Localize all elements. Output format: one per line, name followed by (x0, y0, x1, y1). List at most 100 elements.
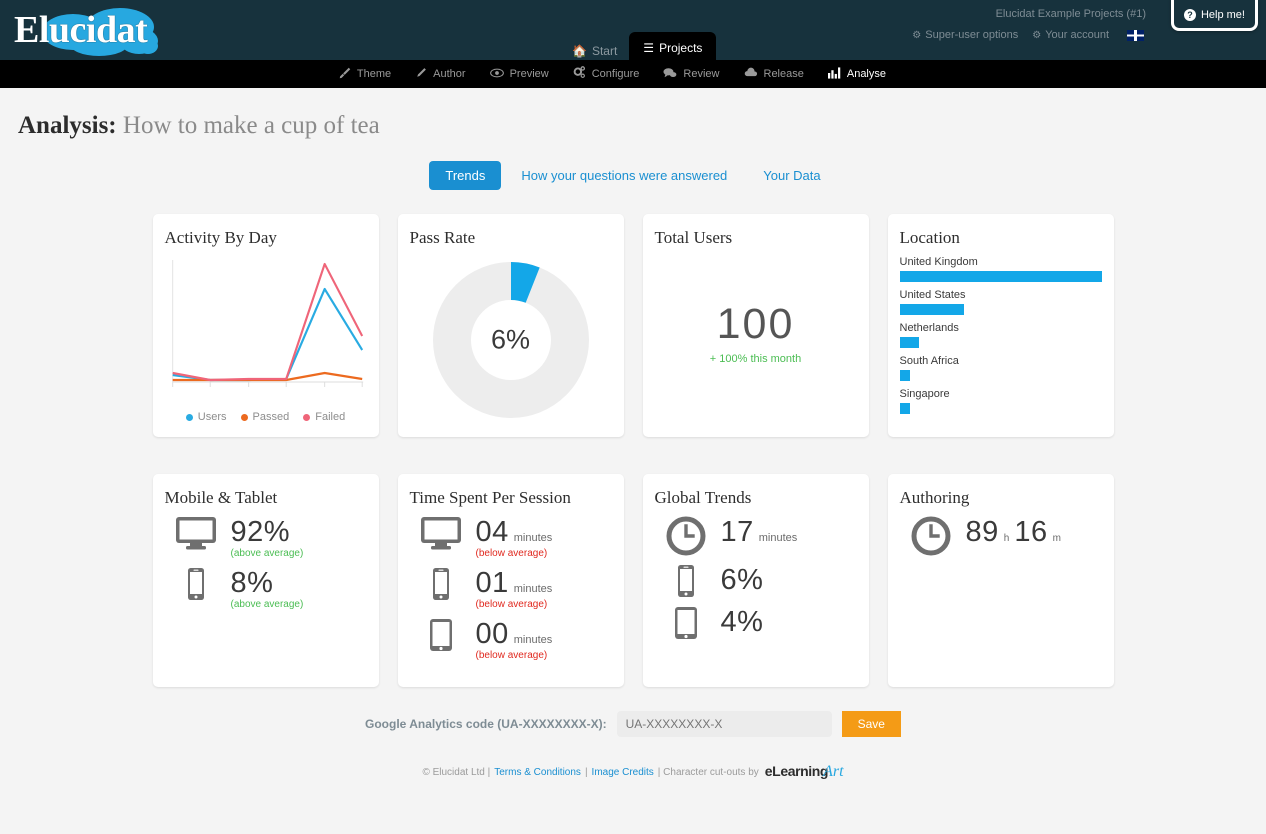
list-icon: ☰ (643, 42, 654, 54)
metric-unit: minutes (514, 532, 553, 544)
card-location: Location United Kingdom United States Ne… (888, 214, 1114, 437)
brush-icon (339, 67, 351, 82)
elucidat-logo[interactable]: Elucidat (14, 6, 164, 56)
desktop-icon (420, 516, 462, 550)
metric-unit: minutes (514, 583, 553, 595)
page-title-prefix: Analysis: (18, 112, 117, 139)
help-me-button[interactable]: ? Help me! (1171, 0, 1258, 31)
your-account-label: Your account (1045, 29, 1109, 41)
card-time-spent-per-session: Time Spent Per Session 04 minutes (below… (398, 474, 624, 687)
location-bar-track (900, 271, 1102, 282)
legend-swatch-icon (186, 414, 193, 421)
subnav-item-analyse[interactable]: Analyse (828, 67, 886, 82)
tab-your-data[interactable]: Your Data (747, 161, 836, 190)
mobile-icon (175, 567, 217, 601)
card-total-users-title: Total Users (655, 228, 857, 248)
terms-and-conditions-link[interactable]: Terms & Conditions (494, 767, 581, 778)
location-row: Netherlands (900, 322, 1102, 348)
metric-row: 89 h 16 m (910, 516, 1102, 556)
metric-value-group: 4% (721, 606, 764, 639)
subnav-item-review[interactable]: Review (663, 67, 719, 82)
metric-unit: minutes (759, 532, 798, 544)
authoring-minutes: 16 (1014, 516, 1047, 549)
subnav-item-author-label: Author (433, 68, 465, 80)
subnav-item-theme[interactable]: Theme (339, 67, 391, 82)
footer-separator: | (585, 767, 588, 778)
eye-icon (490, 67, 504, 82)
your-account-link[interactable]: ⚙ Your account (1032, 29, 1109, 41)
metric-value-group: 01 minutes (below average) (476, 567, 553, 610)
metric-note: (above average) (231, 548, 304, 559)
subnav-item-author[interactable]: Author (415, 67, 465, 82)
clock-icon (665, 516, 707, 556)
location-bar-track (900, 403, 1102, 414)
save-button[interactable]: Save (842, 711, 901, 737)
subnav-item-release[interactable]: Release (744, 67, 804, 82)
card-global-trends-title: Global Trends (655, 488, 857, 508)
subnav-item-analyse-label: Analyse (847, 68, 886, 80)
card-total-users: Total Users 100 + 100% this month (643, 214, 869, 437)
card-location-title: Location (900, 228, 1102, 248)
metric-value-group: 89 h 16 m (966, 516, 1061, 549)
elearning-art-word1: eLearning (765, 763, 828, 779)
card-authoring: Authoring 89 h 16 m (888, 474, 1114, 687)
location-row: United States (900, 289, 1102, 315)
subnav-item-configure[interactable]: Configure (573, 66, 640, 82)
secondary-nav-bar: Theme Author Preview Configure Review Re… (0, 60, 1266, 88)
subnav-item-theme-label: Theme (357, 68, 391, 80)
metric-value-group: 17 minutes (721, 516, 798, 549)
authoring-hours: 89 (966, 516, 999, 549)
google-analytics-input[interactable] (617, 711, 832, 737)
location-bar-track (900, 304, 1102, 315)
mobile-icon (665, 564, 707, 598)
elearning-art-logo[interactable]: eLearning Art (765, 763, 844, 781)
subnav-item-review-label: Review (683, 68, 719, 80)
image-credits-link[interactable]: Image Credits (592, 767, 654, 778)
location-bar (900, 370, 910, 381)
card-pass-rate-title: Pass Rate (410, 228, 612, 248)
tab-trends[interactable]: Trends (429, 161, 501, 190)
metric-value-group: 00 minutes (below average) (476, 618, 553, 661)
legend-label-failed: Failed (315, 411, 345, 423)
card-authoring-title: Authoring (900, 488, 1102, 508)
legend-item-users: Users (186, 411, 227, 423)
tablet-icon (420, 618, 462, 652)
location-row: South Africa (900, 355, 1102, 381)
metric-value-row: 04 minutes (476, 516, 553, 549)
tab-how-questions-answered[interactable]: How your questions were answered (505, 161, 743, 190)
comments-icon (663, 67, 677, 82)
account-context-label: Elucidat Example Projects (#1) (996, 8, 1146, 20)
nav-item-start[interactable]: 🏠 Start (560, 38, 629, 64)
location-name: Netherlands (900, 322, 1102, 334)
metric-value-row: 6% (721, 564, 764, 597)
help-me-label: Help me! (1201, 9, 1245, 21)
location-bar (900, 403, 910, 414)
google-analytics-settings: Google Analytics code (UA-XXXXXXXX-X): S… (0, 711, 1266, 737)
card-activity-title: Activity By Day (165, 228, 367, 248)
subnav-item-configure-label: Configure (592, 68, 640, 80)
metric-value-row: 00 minutes (476, 618, 553, 651)
superuser-options-link[interactable]: ⚙ Super-user options (912, 29, 1018, 41)
location-bar-track (900, 370, 1102, 381)
metric-value: 92% (231, 516, 291, 549)
metric-value: 00 (476, 618, 509, 651)
subnav-item-preview[interactable]: Preview (490, 67, 549, 82)
metric-row: 00 minutes (below average) (420, 618, 612, 661)
legend-label-passed: Passed (253, 411, 290, 423)
superuser-options-label: Super-user options (925, 29, 1018, 41)
nav-item-projects[interactable]: ☰ Projects (629, 32, 716, 64)
legend-swatch-icon (303, 414, 310, 421)
nav-item-projects-label: Projects (659, 41, 702, 55)
google-analytics-label: Google Analytics code (UA-XXXXXXXX-X): (365, 717, 607, 731)
metric-value-row: 17 minutes (721, 516, 798, 549)
uk-flag-icon[interactable] (1127, 30, 1144, 41)
gear-icon: ⚙ (912, 30, 921, 41)
page-title: Analysis: How to make a cup of tea (0, 88, 1266, 140)
page-footer: © Elucidat Ltd | Terms & Conditions | Im… (0, 763, 1266, 781)
clock-icon (910, 516, 952, 556)
location-row: Singapore (900, 388, 1102, 414)
legend-item-failed: Failed (303, 411, 345, 423)
question-mark-icon: ? (1184, 9, 1196, 21)
page-body: Analysis: How to make a cup of tea Trend… (0, 88, 1266, 781)
pencil-icon (415, 67, 427, 82)
